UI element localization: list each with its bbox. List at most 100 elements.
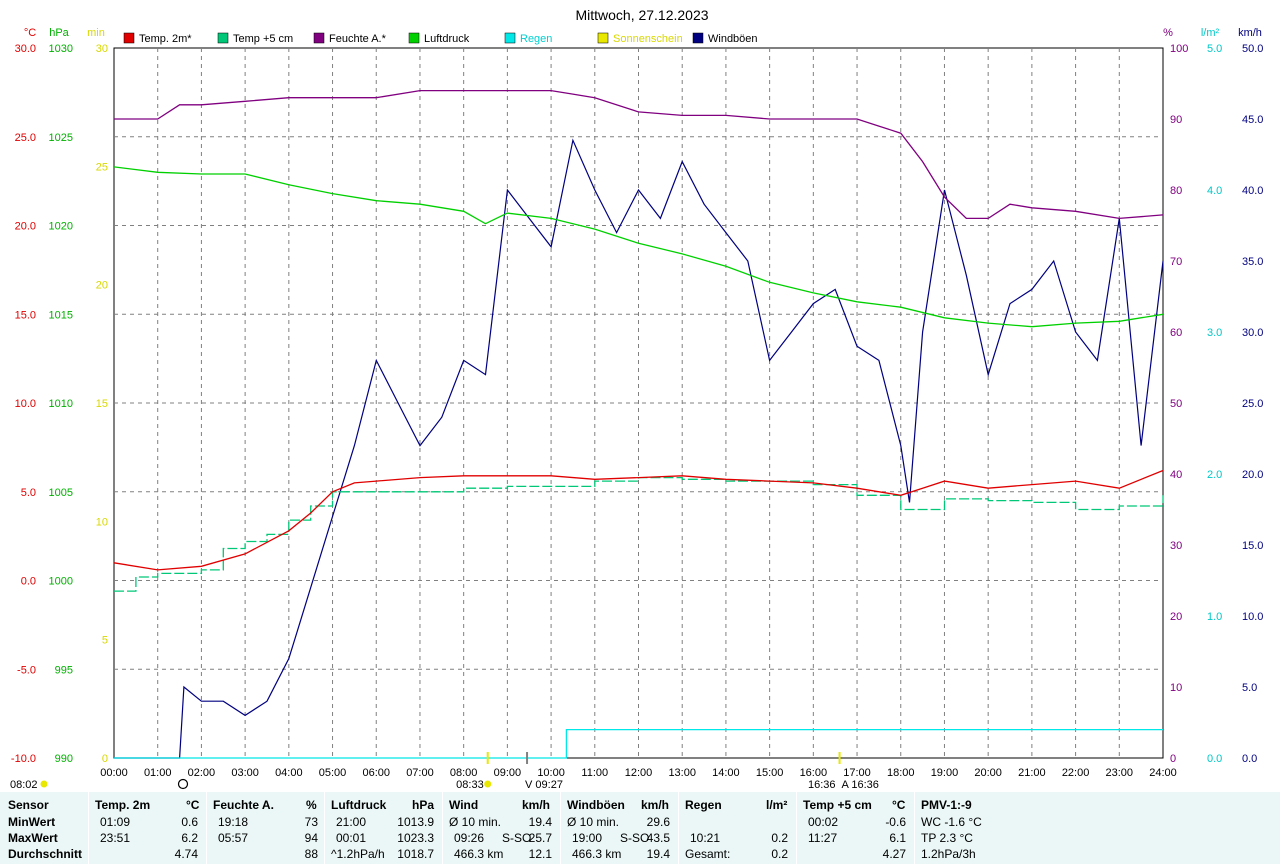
wind-distance: 466.3 km bbox=[454, 847, 504, 861]
windboeen-unit: km/h bbox=[641, 798, 670, 812]
regen-header: Regen bbox=[685, 798, 722, 812]
row-label-min: MinWert bbox=[8, 815, 56, 829]
legend-label: Regen bbox=[520, 33, 552, 45]
legend-swatch bbox=[692, 32, 704, 44]
luftdruck-min-val: 1013.9 bbox=[397, 815, 434, 829]
wind-tick-label: 25.0 bbox=[1242, 398, 1263, 410]
x-tick-label: 19:00 bbox=[931, 767, 959, 779]
temp2m-header: Temp. 2m bbox=[95, 798, 151, 812]
legend-label: Temp +5 cm bbox=[233, 33, 293, 45]
rain-tick-label: 0.0 bbox=[1207, 753, 1222, 765]
legend: Temp. 2m* Temp +5 cm Feuchte A.* Luftdruck R… bbox=[123, 32, 758, 45]
temp2m-max-time: 23:51 bbox=[100, 831, 131, 845]
luftdruck-max-time: 00:01 bbox=[336, 831, 367, 845]
summary-table: Sensor MinWert MaxWert Durchschnitt Temp… bbox=[0, 792, 1280, 864]
sunrise-label: 08:33 bbox=[456, 779, 484, 791]
sun-tick-label: 10 bbox=[96, 516, 108, 528]
legend-label: Windböen bbox=[708, 33, 758, 45]
pressure-tick-label: 1015 bbox=[49, 309, 73, 321]
sun-tick-label: 20 bbox=[96, 280, 108, 292]
row-label-avg: Durchschnitt bbox=[8, 847, 83, 861]
wind-tick-label: 50.0 bbox=[1242, 43, 1263, 55]
pmv-header: PMV-1:-9 bbox=[921, 798, 972, 812]
temp-axis-unit: °C bbox=[24, 27, 36, 39]
wind-avg: 12.1 bbox=[528, 847, 552, 861]
pressure-tick-label: 1010 bbox=[49, 398, 73, 410]
luftdruck-avg: 1018.7 bbox=[397, 847, 434, 861]
legend-swatch bbox=[313, 32, 325, 44]
humidity-tick-label: 80 bbox=[1170, 185, 1182, 197]
x-tick-label: 13:00 bbox=[668, 767, 696, 779]
wind-tick-label: 15.0 bbox=[1242, 540, 1263, 552]
sunset-label-b: A 16:36 bbox=[842, 779, 879, 791]
sun-tick-label: 5 bbox=[102, 635, 108, 647]
pmv-line3: 1.2hPa/3h bbox=[921, 847, 976, 861]
rain-tick-label: 4.0 bbox=[1207, 185, 1222, 197]
pressure-tick-label: 1020 bbox=[49, 221, 73, 233]
sun-axis-unit: min bbox=[87, 27, 105, 39]
luftdruck-header: Luftdruck bbox=[331, 798, 387, 812]
sun-tick-label: 0 bbox=[102, 753, 108, 765]
rain-tick-label: 5.0 bbox=[1207, 43, 1222, 55]
humidity-tick-label: 90 bbox=[1170, 114, 1182, 126]
sun-tick-label: 15 bbox=[96, 398, 108, 410]
x-tick-label: 05:00 bbox=[319, 767, 347, 779]
wind-tick-label: 40.0 bbox=[1242, 185, 1263, 197]
legend-label: Feuchte A.* bbox=[329, 33, 387, 45]
humidity-tick-label: 60 bbox=[1170, 327, 1182, 339]
luftdruck-unit: hPa bbox=[412, 798, 435, 812]
x-tick-label: 09:00 bbox=[494, 767, 522, 779]
temp5cm-min-time: 00:02 bbox=[808, 815, 839, 829]
temp5cm-max-time: 11:27 bbox=[808, 831, 838, 845]
wind-min-label: Ø 10 min. bbox=[449, 815, 502, 829]
legend-label: Luftdruck bbox=[424, 33, 470, 45]
pmv-line2: TP 2.3 °C bbox=[921, 831, 973, 845]
wind-tick-label: 0.0 bbox=[1242, 753, 1257, 765]
windboeen-min-label: Ø 10 min. bbox=[567, 815, 620, 829]
wind-max-time: 09:26 bbox=[454, 831, 485, 845]
wind-tick-label: 30.0 bbox=[1242, 327, 1263, 339]
temp-tick-label: 20.0 bbox=[15, 221, 36, 233]
sun-tick-label: 30 bbox=[96, 43, 108, 55]
feuchte-header: Feuchte A. bbox=[213, 798, 274, 812]
legend-swatch bbox=[597, 32, 609, 44]
humidity-tick-label: 0 bbox=[1170, 753, 1176, 765]
wind-header: Wind bbox=[449, 798, 479, 812]
x-tick-label: 15:00 bbox=[756, 767, 784, 779]
temp2m-unit: °C bbox=[186, 798, 200, 812]
x-tick-label: 22:00 bbox=[1062, 767, 1090, 779]
humidity-tick-label: 10 bbox=[1170, 682, 1182, 694]
feuchte-min-time: 19:18 bbox=[218, 815, 249, 829]
temp5cm-unit: °C bbox=[892, 798, 906, 812]
feuchte-unit: % bbox=[306, 798, 317, 812]
legend-swatch bbox=[123, 32, 135, 44]
x-tick-label: 18:00 bbox=[887, 767, 915, 779]
x-tick-label: 24:00 bbox=[1149, 767, 1177, 779]
x-tick-label: 21:00 bbox=[1018, 767, 1046, 779]
legend-swatch bbox=[217, 32, 229, 44]
x-tick-label: 07:00 bbox=[406, 767, 434, 779]
regen-max-time: 10:21 bbox=[690, 831, 721, 845]
x-tick-label: 10:00 bbox=[537, 767, 565, 779]
luftdruck-max-val: 1023.3 bbox=[397, 831, 434, 845]
temp2m-min-val: 0.6 bbox=[181, 815, 198, 829]
temp5cm-header: Temp +5 cm bbox=[803, 798, 872, 812]
legend-swatch bbox=[504, 32, 516, 44]
temp-tick-label: -5.0 bbox=[17, 664, 36, 676]
temp-tick-label: 30.0 bbox=[15, 43, 36, 55]
temp-tick-label: 5.0 bbox=[21, 487, 36, 499]
temp-tick-label: 15.0 bbox=[15, 309, 36, 321]
luftdruck-min-time: 21:00 bbox=[336, 815, 367, 829]
wind-tick-label: 35.0 bbox=[1242, 256, 1263, 268]
sun-icon bbox=[40, 780, 48, 788]
noon-label: V 09:27 bbox=[525, 779, 563, 791]
pressure-axis-unit: hPa bbox=[49, 27, 69, 39]
temp5cm-avg: 4.27 bbox=[882, 847, 906, 861]
temp2m-min-time: 01:09 bbox=[100, 815, 131, 829]
x-tick-label: 11:00 bbox=[581, 767, 608, 779]
pmv-line1: WC -1.6 °C bbox=[921, 815, 982, 829]
x-tick-label: 16:00 bbox=[800, 767, 828, 779]
humidity-axis-unit: % bbox=[1163, 27, 1173, 39]
wind-tick-label: 20.0 bbox=[1242, 469, 1263, 481]
series-line-temp-5-cm bbox=[114, 476, 1164, 592]
